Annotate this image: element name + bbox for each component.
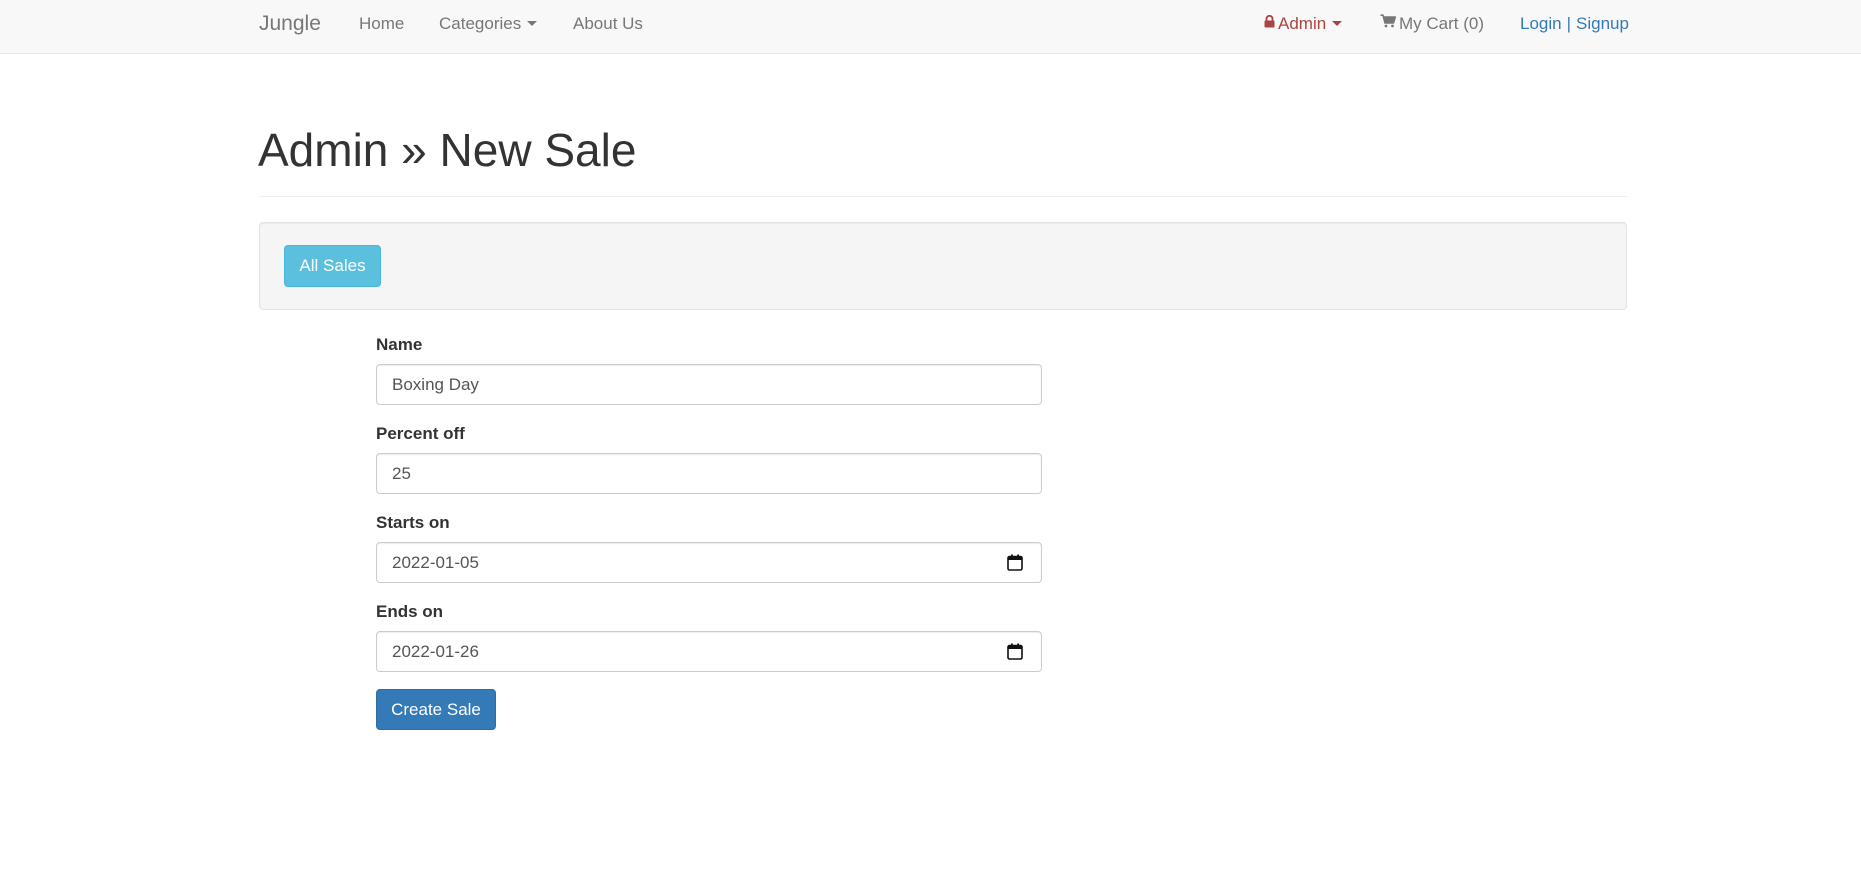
shopping-cart-icon — [1380, 0, 1397, 46]
categories-label: Categories — [439, 14, 522, 33]
auth-links: Login | Signup — [1520, 0, 1629, 47]
signup-link[interactable]: Signup — [1576, 14, 1629, 33]
all-sales-button[interactable]: All Sales — [284, 245, 381, 287]
categories-dropdown[interactable]: Categories — [439, 0, 538, 47]
ends-on-value: 2022-01-26 — [392, 642, 479, 661]
brand-link[interactable]: Jungle — [259, 0, 321, 47]
auth-separator: | — [1566, 14, 1572, 33]
ends-on-date-input[interactable]: 2022-01-26 — [376, 631, 1042, 672]
lock-icon — [1264, 0, 1275, 46]
top-navbar: Jungle Home Categories About Us Admin My… — [0, 0, 1861, 54]
starts-on-date-input[interactable]: 2022-01-05 — [376, 542, 1042, 583]
percent-off-label: Percent off — [376, 424, 465, 443]
admin-dropdown[interactable]: Admin — [1264, 0, 1343, 47]
admin-label: Admin — [1278, 14, 1327, 33]
title-divider — [259, 196, 1627, 197]
my-cart-link[interactable]: My Cart (0) — [1380, 0, 1484, 47]
name-label: Name — [376, 335, 423, 354]
starts-on-value: 2022-01-05 — [392, 553, 479, 572]
percent-off-input[interactable]: 25 — [376, 453, 1042, 494]
calendar-icon[interactable] — [1007, 643, 1023, 665]
name-input-value: Boxing Day — [392, 375, 479, 394]
actions-well: All Sales — [259, 222, 1627, 310]
login-link[interactable]: Login — [1520, 14, 1562, 33]
create-sale-button[interactable]: Create Sale — [376, 689, 496, 730]
starts-on-label: Starts on — [376, 513, 450, 532]
nav-about-link[interactable]: About Us — [573, 0, 643, 47]
page-title: Admin » New Sale — [258, 124, 637, 176]
calendar-icon[interactable] — [1007, 554, 1023, 576]
my-cart-label: My Cart (0) — [1399, 14, 1484, 33]
nav-home-link[interactable]: Home — [359, 0, 404, 47]
name-input[interactable]: Boxing Day — [376, 364, 1042, 405]
caret-down-icon — [527, 21, 538, 27]
ends-on-label: Ends on — [376, 602, 444, 621]
percent-off-input-value: 25 — [392, 464, 411, 483]
caret-down-icon — [1332, 21, 1343, 27]
